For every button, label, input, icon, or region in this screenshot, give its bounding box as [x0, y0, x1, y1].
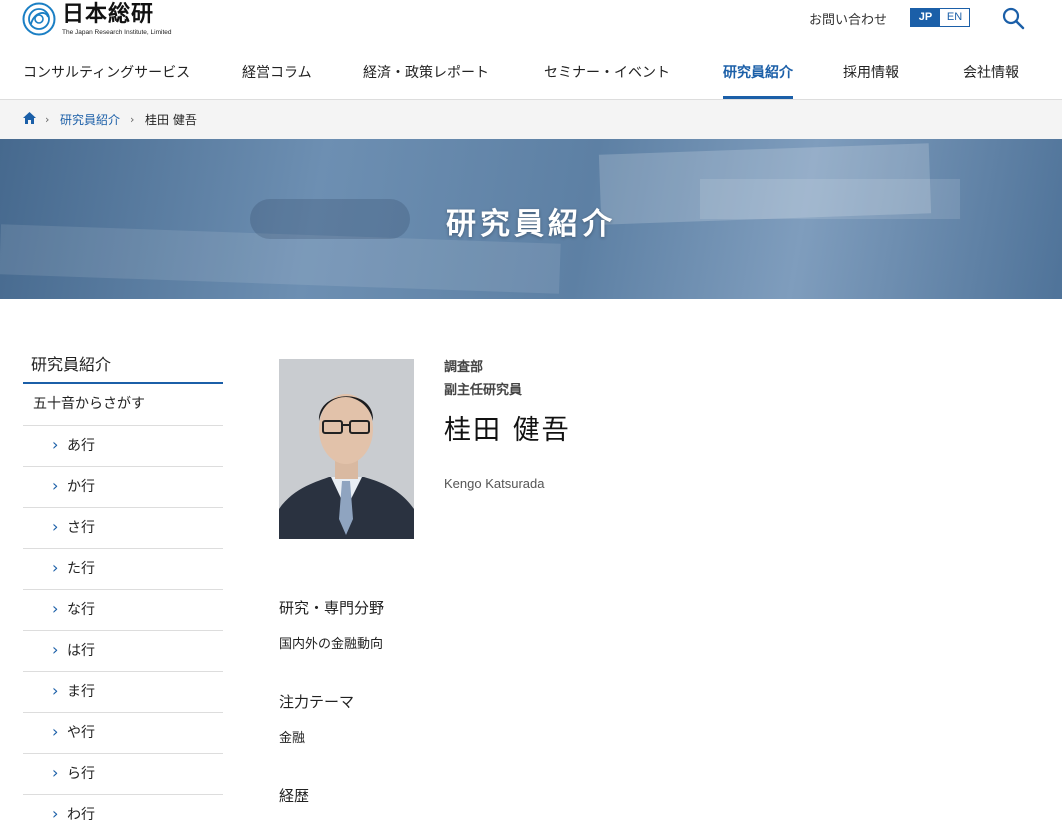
sidebar-item-label: わ行: [67, 807, 95, 820]
nav-company[interactable]: 会社情報: [963, 60, 1019, 100]
hero-banner: 研究員紹介: [0, 139, 1062, 299]
portrait-image: [279, 359, 414, 539]
sidebar-item-label: た行: [67, 561, 95, 577]
nav-reports[interactable]: 経済・政策レポート: [363, 60, 489, 100]
nav-consulting[interactable]: コンサルティングサービス: [23, 60, 190, 100]
sidebar: 研究員紹介 五十音からさがす あ行 か行 さ行 た行 な行 は行 ま行 や行 ら…: [23, 348, 223, 820]
sidebar-item-wa[interactable]: わ行: [23, 794, 223, 820]
sidebar-item-label: は行: [67, 643, 95, 659]
researcher-name-en: Kengo Katsurada: [444, 476, 545, 491]
language-switch: JP EN: [910, 8, 970, 27]
sidebar-item-sa[interactable]: さ行: [23, 507, 223, 549]
nav-seminars[interactable]: セミナー・イベント: [544, 60, 670, 100]
section-heading-focus: 注力テーマ: [279, 693, 355, 711]
sidebar-kana-search[interactable]: 五十音からさがす: [23, 384, 223, 426]
contact-link[interactable]: お問い合わせ: [809, 9, 887, 28]
sidebar-item-na[interactable]: な行: [23, 589, 223, 631]
sidebar-item-label: や行: [67, 725, 95, 741]
sidebar-item-ha[interactable]: は行: [23, 630, 223, 672]
sidebar-item-ka[interactable]: か行: [23, 466, 223, 508]
search-icon[interactable]: [1001, 6, 1025, 30]
home-icon[interactable]: [23, 112, 36, 124]
breadcrumb-link-researchers[interactable]: 研究員紹介: [60, 111, 120, 128]
sidebar-item-label: ら行: [67, 766, 95, 782]
section-heading-career: 経歴: [279, 787, 310, 805]
sidebar-item-label: ま行: [67, 684, 95, 700]
sidebar-item-ya[interactable]: や行: [23, 712, 223, 754]
site-logo[interactable]: 日本総研 The Japan Research Institute, Limit…: [22, 2, 182, 40]
section-heading-expertise: 研究・専門分野: [279, 599, 385, 617]
lang-jp-button[interactable]: JP: [911, 9, 940, 26]
site-header: 日本総研 The Japan Research Institute, Limit…: [0, 0, 1062, 100]
sidebar-item-ma[interactable]: ま行: [23, 671, 223, 713]
nav-column[interactable]: 経営コラム: [242, 60, 312, 100]
sidebar-item-ra[interactable]: ら行: [23, 753, 223, 795]
sidebar-item-ta[interactable]: た行: [23, 548, 223, 590]
researcher-department: 調査部: [444, 360, 484, 375]
nav-recruit[interactable]: 採用情報: [843, 60, 899, 100]
researcher-rank: 副主任研究員: [444, 383, 523, 398]
sidebar-title[interactable]: 研究員紹介: [23, 348, 223, 384]
global-nav: コンサルティングサービス 経営コラム 経済・政策レポート セミナー・イベント 研…: [0, 60, 1062, 100]
nav-researchers[interactable]: 研究員紹介: [723, 60, 793, 100]
sidebar-item-label: さ行: [67, 520, 95, 536]
breadcrumb-separator-icon: ›: [45, 113, 50, 126]
sidebar-item-label: あ行: [67, 438, 95, 454]
lang-en-button[interactable]: EN: [940, 9, 969, 26]
section-value-focus: 金融: [279, 731, 306, 746]
section-value-expertise: 国内外の金融動向: [279, 637, 384, 652]
breadcrumb: › 研究員紹介 › 桂田 健吾: [0, 100, 1062, 139]
logo-en-text: The Japan Research Institute, Limited: [62, 29, 172, 36]
researcher-name: 桂田 健吾: [444, 415, 571, 446]
breadcrumb-separator-icon: ›: [130, 113, 135, 126]
logo-mark-icon: [22, 2, 56, 36]
sidebar-item-label: な行: [67, 602, 95, 618]
sidebar-item-label: か行: [67, 479, 95, 495]
researcher-photo: [279, 359, 414, 539]
logo-jp-text: 日本総研: [62, 2, 155, 27]
sidebar-item-a[interactable]: あ行: [23, 425, 223, 467]
breadcrumb-current: 桂田 健吾: [145, 113, 197, 127]
hero-title: 研究員紹介: [446, 207, 616, 242]
